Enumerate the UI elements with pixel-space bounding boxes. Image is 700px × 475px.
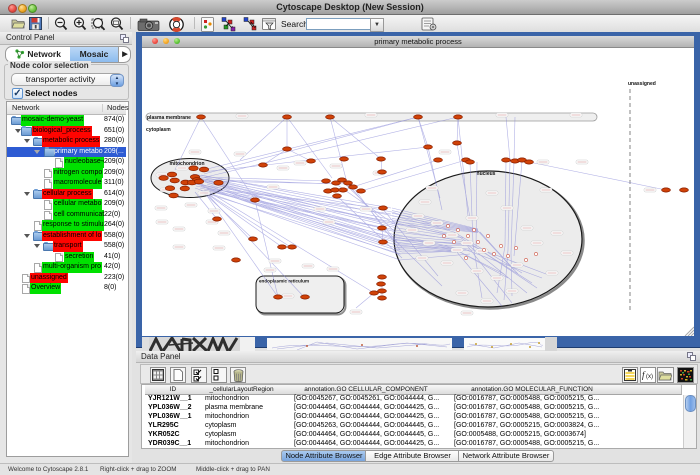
svg-text:(x): (x) (646, 374, 653, 380)
svg-text:nucleus: nucleus (477, 171, 496, 177)
svg-text:unassigned: unassigned (628, 81, 656, 87)
svg-text:cytoplasm: cytoplasm (146, 127, 171, 133)
svg-text:plasma membrane: plasma membrane (147, 115, 191, 121)
